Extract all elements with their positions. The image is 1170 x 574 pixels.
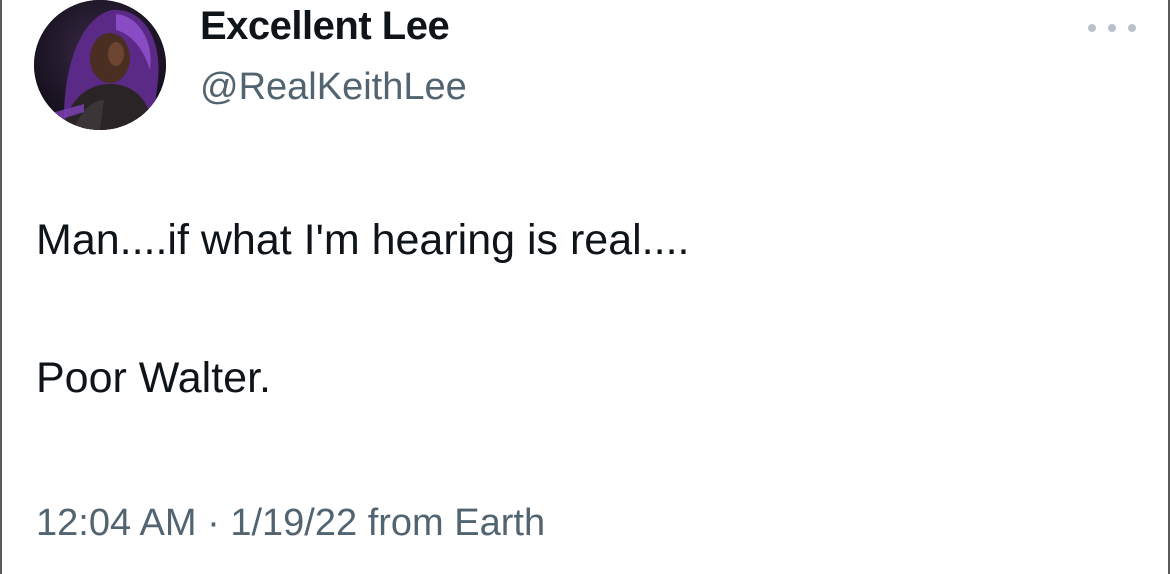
tweet-text-line: Poor Walter. (36, 354, 271, 402)
display-name[interactable]: Excellent Lee (200, 4, 450, 49)
tweet-card: Excellent Lee @RealKeithLee Man....if wh… (0, 0, 1170, 574)
more-horizontal-icon-dot (1108, 24, 1116, 32)
tweet-text-line: Man....if what I'm hearing is real.... (36, 216, 690, 264)
tweet-metadata: 12:04 AM · 1/19/22 from Earth (36, 502, 545, 545)
more-horizontal-icon (1088, 24, 1096, 32)
tweet-date[interactable]: 1/19/22 (230, 502, 357, 544)
more-horizontal-icon-dot (1128, 24, 1136, 32)
tweet-time[interactable]: 12:04 AM (36, 502, 197, 544)
more-options-button[interactable] (1088, 18, 1136, 38)
avatar[interactable] (34, 0, 166, 130)
tweet-source: from Earth (357, 502, 546, 544)
meta-separator: · (196, 502, 231, 544)
user-handle[interactable]: @RealKeithLee (200, 66, 467, 109)
avatar-image (34, 0, 166, 130)
